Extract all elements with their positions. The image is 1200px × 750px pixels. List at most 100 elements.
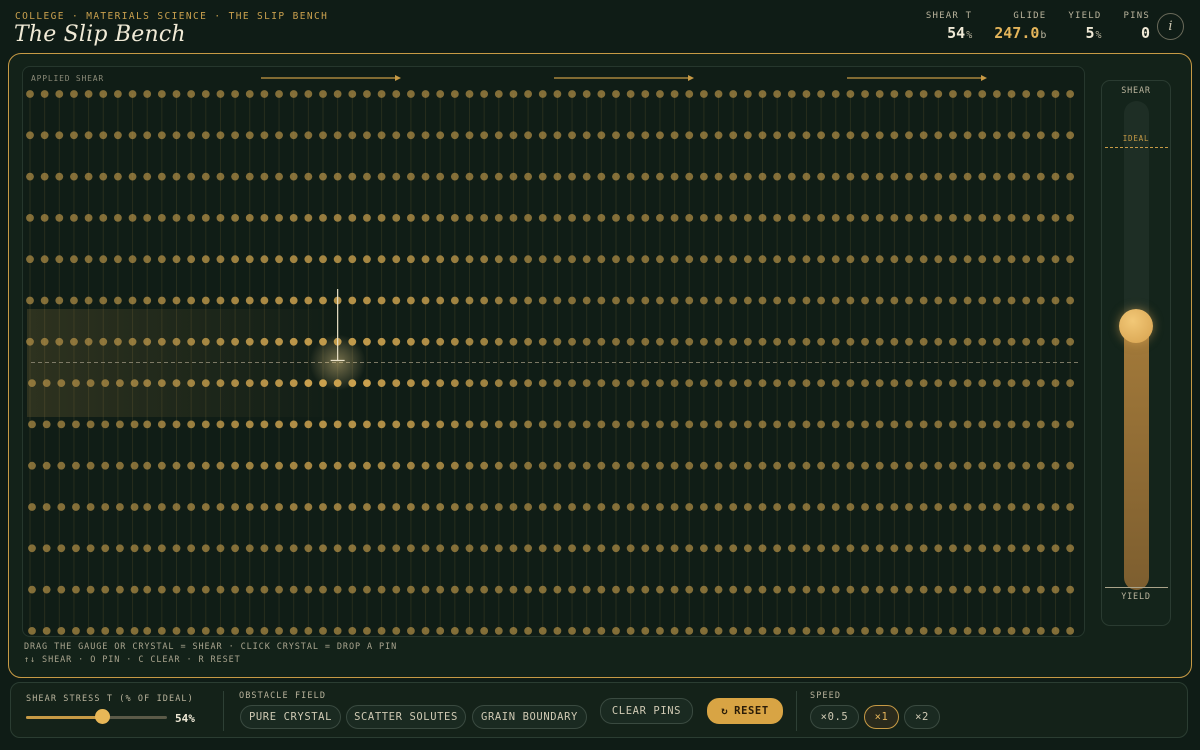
atom [626, 461, 635, 470]
gauge-track[interactable] [1124, 101, 1149, 590]
atom [553, 544, 562, 553]
atom [714, 337, 723, 346]
shear-gauge[interactable]: SHEAR IDEAL YIELD [1101, 80, 1171, 626]
atom [670, 544, 679, 553]
atom [934, 420, 943, 429]
atom [612, 131, 620, 140]
atom [99, 214, 108, 222]
atom [729, 337, 738, 346]
atom [57, 420, 66, 429]
reset-button[interactable]: ↻ RESET [707, 698, 783, 724]
atom [831, 461, 840, 470]
stat-shear-label: SHEAR T [925, 11, 973, 21]
atom [231, 627, 240, 635]
atom [1036, 337, 1045, 346]
atom [1007, 420, 1016, 429]
obstacle-pure-crystal-button[interactable]: PURE CRYSTAL [240, 705, 341, 729]
atom [1007, 544, 1016, 553]
atom [101, 544, 110, 553]
atom [714, 379, 723, 387]
clear-pins-button[interactable]: CLEAR PINS [600, 698, 693, 724]
atom [978, 461, 987, 470]
gauge-knob[interactable] [1119, 308, 1153, 343]
atom [245, 255, 254, 264]
atom [1066, 461, 1075, 470]
atom [905, 544, 913, 553]
atom [509, 585, 518, 594]
atom [245, 337, 254, 346]
atom [172, 585, 181, 594]
atom [172, 131, 181, 140]
atom [773, 296, 782, 305]
atom [905, 214, 913, 222]
atom [568, 585, 576, 594]
atom [157, 296, 166, 305]
atom [40, 255, 49, 264]
atom [685, 379, 694, 387]
reset-icon: ↻ [721, 705, 729, 717]
atom [963, 337, 972, 346]
atom [670, 337, 679, 346]
atom [157, 544, 166, 553]
atom [875, 337, 884, 346]
atom [597, 296, 606, 305]
atom [538, 544, 547, 553]
atom [57, 503, 66, 511]
atom [524, 503, 532, 511]
atom [116, 544, 124, 553]
atom [450, 544, 459, 553]
atom [729, 544, 738, 553]
atom [758, 337, 767, 346]
info-icon[interactable]: i [1157, 13, 1184, 40]
atom [216, 131, 225, 140]
atom [436, 461, 445, 470]
stat-yield-label: YIELD [1068, 11, 1102, 21]
atom [963, 172, 972, 181]
speed-2x-button[interactable]: ×2 [904, 705, 940, 729]
atom [392, 379, 401, 387]
atom [42, 585, 51, 594]
atom [582, 90, 591, 98]
atom [128, 90, 137, 98]
atom [656, 461, 664, 470]
atom [612, 544, 620, 553]
stat-glide-value: 247.0 [994, 24, 1040, 42]
atom [231, 90, 240, 98]
atom [231, 172, 240, 181]
atom [348, 255, 357, 264]
atom [319, 214, 327, 222]
crystal-canvas[interactable] [22, 66, 1085, 637]
speed-1x-button[interactable]: ×1 [864, 705, 899, 729]
atom [128, 337, 137, 346]
atom [524, 255, 532, 264]
atom [612, 255, 620, 264]
atom [319, 337, 327, 346]
atom [130, 585, 139, 594]
atom [289, 214, 298, 222]
atom [538, 214, 547, 222]
atom [641, 461, 650, 470]
atom [905, 420, 913, 429]
atom [421, 337, 430, 346]
atom [216, 585, 225, 594]
obstacle-grain-boundary-button[interactable]: GRAIN BOUNDARY [472, 705, 587, 729]
atom [743, 461, 752, 470]
atom [143, 544, 152, 553]
atom [392, 255, 401, 264]
shear-slider-knob[interactable] [95, 709, 111, 724]
atom [363, 337, 371, 346]
speed-half-button[interactable]: ×0.5 [810, 705, 859, 729]
atom [407, 420, 415, 429]
crystal-lattice[interactable] [23, 67, 1085, 637]
atom [524, 296, 532, 305]
atom [1051, 544, 1060, 553]
atom [993, 627, 1001, 635]
atom [1036, 90, 1045, 98]
atom [480, 585, 489, 594]
obstacle-scatter-solutes-button[interactable]: SCATTER SOLUTES [346, 705, 466, 729]
atom [582, 503, 591, 511]
atom [392, 296, 401, 305]
atom [831, 255, 840, 264]
atom [1007, 131, 1016, 140]
atom [700, 255, 708, 264]
